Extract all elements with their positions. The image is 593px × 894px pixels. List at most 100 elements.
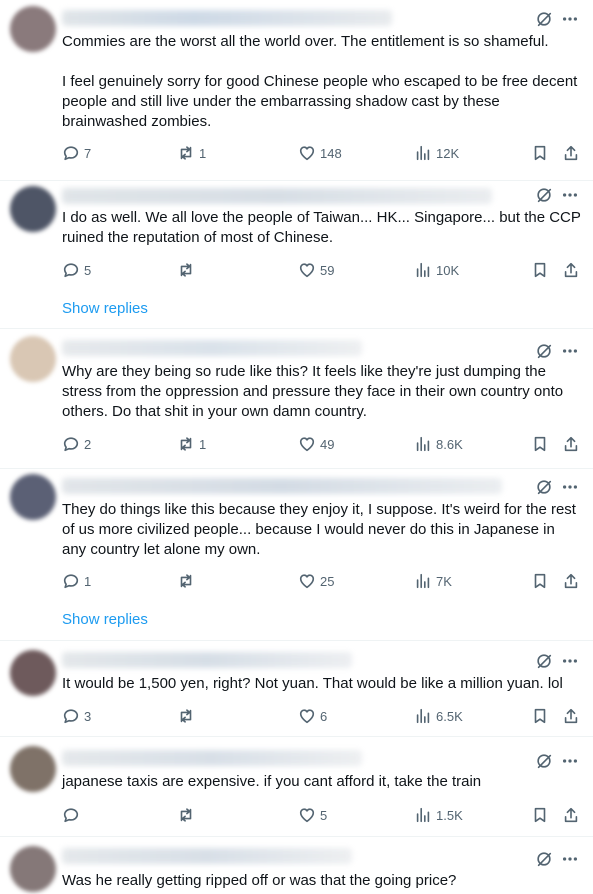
avatar[interactable] <box>10 186 56 232</box>
views-button[interactable]: 6.5K <box>414 706 463 726</box>
reply-post[interactable]: Was he really getting ripped off or was … <box>0 836 593 894</box>
repost-button[interactable] <box>177 260 199 280</box>
avatar[interactable] <box>10 6 56 52</box>
more-icon[interactable] <box>561 850 579 868</box>
reply-post[interactable]: I do as well. We all love the people of … <box>0 180 593 328</box>
grok-icon[interactable] <box>535 652 553 670</box>
grok-icon[interactable] <box>535 10 553 28</box>
show-replies-link[interactable]: Show replies <box>62 611 148 628</box>
reply-button[interactable]: 3 <box>62 706 91 726</box>
views-icon <box>416 573 430 589</box>
reply-count: 1 <box>84 573 92 589</box>
author-name-redacted[interactable] <box>62 478 502 494</box>
like-button[interactable]: 59 <box>298 260 334 280</box>
like-count: 148 <box>320 145 342 161</box>
reply-count: 2 <box>84 436 92 452</box>
share-icon[interactable] <box>562 707 580 725</box>
repost-icon <box>180 146 192 160</box>
avatar[interactable] <box>10 650 56 696</box>
author-name-redacted[interactable] <box>62 848 352 864</box>
reply-button[interactable]: 5 <box>62 260 91 280</box>
more-icon[interactable] <box>561 342 579 360</box>
views-button[interactable]: 7K <box>414 571 452 591</box>
reply-post[interactable]: They do things like this because they en… <box>0 468 593 640</box>
like-button[interactable]: 148 <box>298 143 342 163</box>
reply-count: 7 <box>84 145 92 161</box>
repost-icon <box>180 437 192 451</box>
grok-icon[interactable] <box>535 186 553 204</box>
like-button[interactable]: 6 <box>298 706 327 726</box>
avatar[interactable] <box>10 746 56 792</box>
bookmark-icon[interactable] <box>531 144 549 162</box>
author-name-redacted[interactable] <box>62 10 392 26</box>
author-name-redacted[interactable] <box>62 652 352 668</box>
reply-icon <box>63 146 79 161</box>
reply-icon <box>63 574 79 589</box>
views-button[interactable]: 10K <box>414 260 459 280</box>
reply-button[interactable] <box>62 805 84 825</box>
views-button[interactable]: 1.5K <box>414 805 463 825</box>
views-icon <box>416 436 430 452</box>
bookmark-icon[interactable] <box>531 261 549 279</box>
more-icon[interactable] <box>561 752 579 770</box>
views-count: 12K <box>436 145 460 161</box>
like-icon <box>299 437 315 452</box>
more-icon[interactable] <box>561 10 579 28</box>
repost-button[interactable] <box>177 706 199 726</box>
reply-post[interactable]: Commies are the worst all the world over… <box>0 0 593 180</box>
show-replies-link[interactable]: Show replies <box>62 300 148 317</box>
post-paragraph: They do things like this because they en… <box>62 501 576 558</box>
share-icon[interactable] <box>562 261 580 279</box>
more-icon[interactable] <box>561 186 579 204</box>
views-icon <box>416 145 430 161</box>
like-icon <box>299 146 315 161</box>
reply-button[interactable]: 2 <box>62 434 91 454</box>
grok-icon[interactable] <box>535 342 553 360</box>
author-name-redacted[interactable] <box>62 188 492 204</box>
post-paragraph: Was he really getting ripped off or was … <box>62 872 457 889</box>
post-paragraph: I feel genuinely sorry for good Chinese … <box>62 73 578 130</box>
share-icon[interactable] <box>562 572 580 590</box>
share-icon[interactable] <box>562 144 580 162</box>
reply-count: 3 <box>84 708 92 724</box>
like-count: 5 <box>320 807 328 823</box>
grok-icon[interactable] <box>535 850 553 868</box>
like-button[interactable]: 5 <box>298 805 327 825</box>
reply-button[interactable]: 1 <box>62 571 91 591</box>
repost-button[interactable] <box>177 571 199 591</box>
avatar[interactable] <box>10 474 56 520</box>
like-button[interactable]: 25 <box>298 571 334 591</box>
grok-icon[interactable] <box>535 478 553 496</box>
share-icon[interactable] <box>562 806 580 824</box>
bookmark-icon[interactable] <box>531 806 549 824</box>
reply-button[interactable]: 7 <box>62 143 91 163</box>
bookmark-icon[interactable] <box>531 572 549 590</box>
avatar[interactable] <box>10 336 56 382</box>
views-button[interactable]: 12K <box>414 143 459 163</box>
repost-button[interactable]: 1 <box>177 143 206 163</box>
more-icon[interactable] <box>561 652 579 670</box>
author-name-redacted[interactable] <box>62 340 362 356</box>
bookmark-icon[interactable] <box>531 707 549 725</box>
bookmark-icon[interactable] <box>531 435 549 453</box>
avatar[interactable] <box>10 846 56 892</box>
reply-post[interactable]: It would be 1,500 yen, right? Not yuan. … <box>0 640 593 736</box>
post-text: They do things like this because they en… <box>62 500 582 560</box>
more-icon[interactable] <box>561 478 579 496</box>
author-name-redacted[interactable] <box>62 750 362 766</box>
grok-icon[interactable] <box>535 752 553 770</box>
views-button[interactable]: 8.6K <box>414 434 463 454</box>
like-icon <box>299 263 315 278</box>
repost-button[interactable] <box>177 805 199 825</box>
post-paragraph: It would be 1,500 yen, right? Not yuan. … <box>62 675 563 692</box>
like-button[interactable]: 49 <box>298 434 334 454</box>
repost-button[interactable]: 1 <box>177 434 206 454</box>
replies-feed: Commies are the worst all the world over… <box>0 0 593 894</box>
reply-post[interactable]: Why are they being so rude like this? It… <box>0 328 593 468</box>
reply-post[interactable]: japanese taxis are expensive. if you can… <box>0 736 593 836</box>
post-text: Commies are the worst all the world over… <box>62 32 582 132</box>
share-icon[interactable] <box>562 435 580 453</box>
repost-icon <box>180 808 192 822</box>
views-count: 6.5K <box>436 708 463 724</box>
post-text: Was he really getting ripped off or was … <box>62 871 582 891</box>
